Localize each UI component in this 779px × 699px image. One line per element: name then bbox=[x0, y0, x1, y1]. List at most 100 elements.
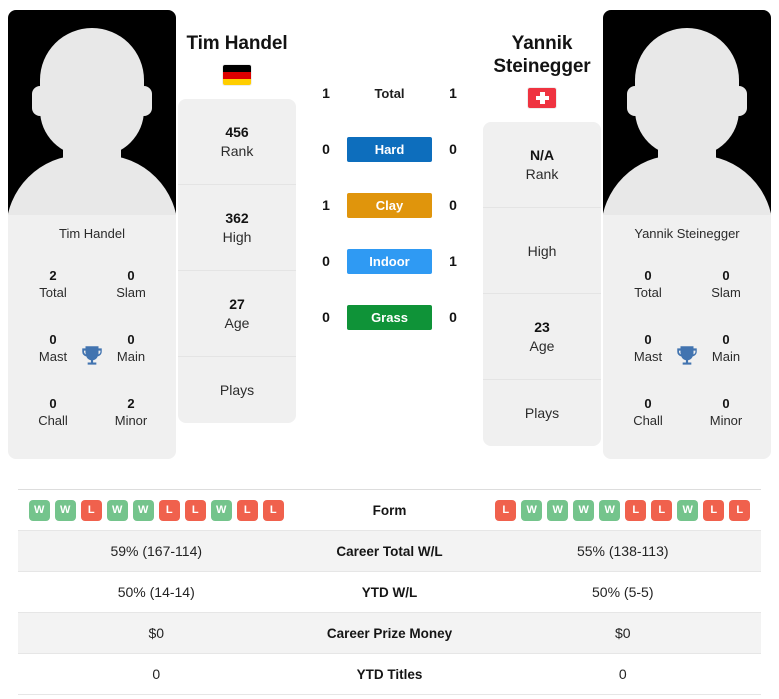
h2h-label-indoor[interactable]: Indoor bbox=[347, 248, 432, 274]
stat-value: 456 bbox=[225, 124, 249, 141]
form-badge-win: W bbox=[54, 499, 76, 521]
row-label-ytd-titles: YTD Titles bbox=[356, 666, 423, 682]
row-label-career-wl: Career Total W/L bbox=[336, 543, 443, 559]
left-player-photo bbox=[8, 10, 176, 215]
left-player-card-name: Tim Handel bbox=[59, 226, 125, 241]
stat-rank: 456 Rank bbox=[178, 99, 296, 186]
stat-high: 362 High bbox=[178, 185, 296, 272]
stat-label: Rank bbox=[220, 143, 254, 160]
title-value: 0 bbox=[722, 268, 730, 284]
form-badge-loss: L bbox=[703, 499, 725, 521]
left-form-badges: WWLWWLLWLL bbox=[18, 496, 295, 525]
h2h-row-indoor: 0 Indoor 1 bbox=[298, 233, 481, 289]
h2h-row-total: 1 Total 1 bbox=[298, 65, 481, 121]
right-value: 50% (5-5) bbox=[592, 584, 654, 600]
table-row-form: WWLWWLLWLL Form LWWWWLLWLL bbox=[18, 490, 761, 531]
title-label: Total bbox=[634, 285, 662, 300]
table-row-ytd-titles: 0 YTD Titles 0 bbox=[18, 654, 761, 695]
h2h-label-clay[interactable]: Clay bbox=[347, 192, 432, 218]
title-value: 0 bbox=[644, 268, 652, 284]
row-label-ytd-wl: YTD W/L bbox=[361, 584, 418, 600]
title-label: Slam bbox=[711, 285, 741, 300]
h2h-right-score: 1 bbox=[449, 85, 457, 101]
stat-value: N/A bbox=[529, 147, 555, 164]
title-label: Slam bbox=[116, 285, 146, 300]
form-badge-loss: L bbox=[625, 499, 647, 521]
form-badge-loss: L bbox=[184, 499, 206, 521]
right-value: $0 bbox=[614, 625, 631, 641]
trophy-icon bbox=[82, 346, 102, 365]
titles-row: 0 Total 0 Slam bbox=[609, 253, 765, 317]
title-cell-chall: 0 Chall bbox=[14, 381, 92, 445]
title-cell-chall: 0 Chall bbox=[609, 381, 687, 445]
title-label: Total bbox=[39, 285, 67, 300]
form-badge-win: W bbox=[599, 499, 621, 521]
form-badge-loss: L bbox=[80, 499, 102, 521]
players-header-area: Tim Handel 2 Total 0 Slam 0 Mast 0 Main … bbox=[0, 0, 779, 470]
stat-label: Age bbox=[224, 315, 250, 332]
left-player-name: Tim Handel bbox=[186, 33, 288, 54]
right-player-stats: N/A Rank High 23 Age Plays bbox=[483, 122, 601, 447]
h2h-right-score: 0 bbox=[449, 309, 457, 325]
stat-value: 23 bbox=[534, 319, 550, 336]
stat-rank: N/A Rank bbox=[483, 122, 601, 209]
left-player-titles-grid: 2 Total 0 Slam 0 Mast 0 Main 0 Chall 2 M… bbox=[8, 253, 176, 459]
avatar-body-shape bbox=[603, 155, 771, 215]
head-to-head-surfaces: 1 Total 1 0 Hard 0 1 Clay 0 0 Indoor 1 0 bbox=[298, 10, 481, 345]
titles-row: 2 Total 0 Slam bbox=[14, 253, 170, 317]
title-value: 0 bbox=[49, 396, 57, 412]
form-badge-win: W bbox=[521, 499, 543, 521]
h2h-left-score: 0 bbox=[322, 253, 330, 269]
form-badge-win: W bbox=[573, 499, 595, 521]
right-value: 55% (138-113) bbox=[576, 543, 669, 559]
h2h-right-score: 0 bbox=[449, 141, 457, 157]
form-badge-win: W bbox=[210, 499, 232, 521]
comparison-table: WWLWWLLWLL Form LWWWWLLWLL 59% (167-114)… bbox=[18, 489, 761, 695]
left-player-card[interactable]: Tim Handel 2 Total 0 Slam 0 Mast 0 Main … bbox=[8, 10, 176, 459]
avatar-ear-right-shape bbox=[136, 86, 152, 116]
h2h-right-score: 1 bbox=[449, 253, 457, 269]
avatar-ear-left-shape bbox=[32, 86, 48, 116]
form-badge-win: W bbox=[106, 499, 128, 521]
form-badge-loss: L bbox=[236, 499, 258, 521]
stat-high: High bbox=[483, 208, 601, 295]
right-player-card-name: Yannik Steinegger bbox=[634, 226, 740, 241]
title-value: 0 bbox=[127, 268, 135, 284]
stat-age: 23 Age bbox=[483, 294, 601, 381]
form-badge-loss: L bbox=[729, 499, 751, 521]
player-comparison-page: Tim Handel 2 Total 0 Slam 0 Mast 0 Main … bbox=[0, 0, 779, 699]
title-cell-total: 2 Total bbox=[14, 253, 92, 317]
title-value: 0 bbox=[644, 396, 652, 412]
title-cell-total: 0 Total bbox=[609, 253, 687, 317]
h2h-label-total: Total bbox=[374, 85, 405, 101]
right-player-card[interactable]: Yannik Steinegger 0 Total 0 Slam 0 Mast bbox=[603, 10, 771, 459]
title-value: 0 bbox=[722, 396, 730, 412]
switzerland-flag-icon bbox=[528, 88, 556, 109]
h2h-left-score: 1 bbox=[322, 197, 330, 213]
stat-label: High bbox=[527, 242, 557, 259]
h2h-label-grass[interactable]: Grass bbox=[347, 304, 432, 330]
title-label: Chall bbox=[633, 413, 663, 428]
avatar-ear-right-shape bbox=[731, 86, 747, 116]
form-badge-loss: L bbox=[651, 499, 673, 521]
h2h-label-hard[interactable]: Hard bbox=[347, 136, 432, 162]
stat-age: 27 Age bbox=[178, 271, 296, 358]
trophy-icon bbox=[677, 346, 697, 365]
row-label-form: Form bbox=[372, 502, 407, 518]
left-value: 59% (167-114) bbox=[110, 543, 203, 559]
h2h-left-score: 0 bbox=[322, 309, 330, 325]
title-label: Minor bbox=[114, 413, 148, 428]
titles-row: 0 Chall 0 Minor bbox=[609, 381, 765, 445]
titles-row: 0 Chall 2 Minor bbox=[14, 381, 170, 445]
h2h-row-clay: 1 Clay 0 bbox=[298, 177, 481, 233]
right-form-badges: LWWWWLLWLL bbox=[485, 496, 762, 525]
form-badge-win: W bbox=[677, 499, 699, 521]
stat-label: Plays bbox=[219, 382, 255, 399]
h2h-row-hard: 0 Hard 0 bbox=[298, 121, 481, 177]
table-row-career-wl: 59% (167-114) Career Total W/L 55% (138-… bbox=[18, 531, 761, 572]
form-badge-loss: L bbox=[262, 499, 284, 521]
right-player-name: Yannik Steinegger bbox=[493, 33, 591, 78]
stat-label: Rank bbox=[525, 166, 559, 183]
title-cell-minor: 2 Minor bbox=[92, 381, 170, 445]
stat-label: High bbox=[222, 229, 252, 246]
